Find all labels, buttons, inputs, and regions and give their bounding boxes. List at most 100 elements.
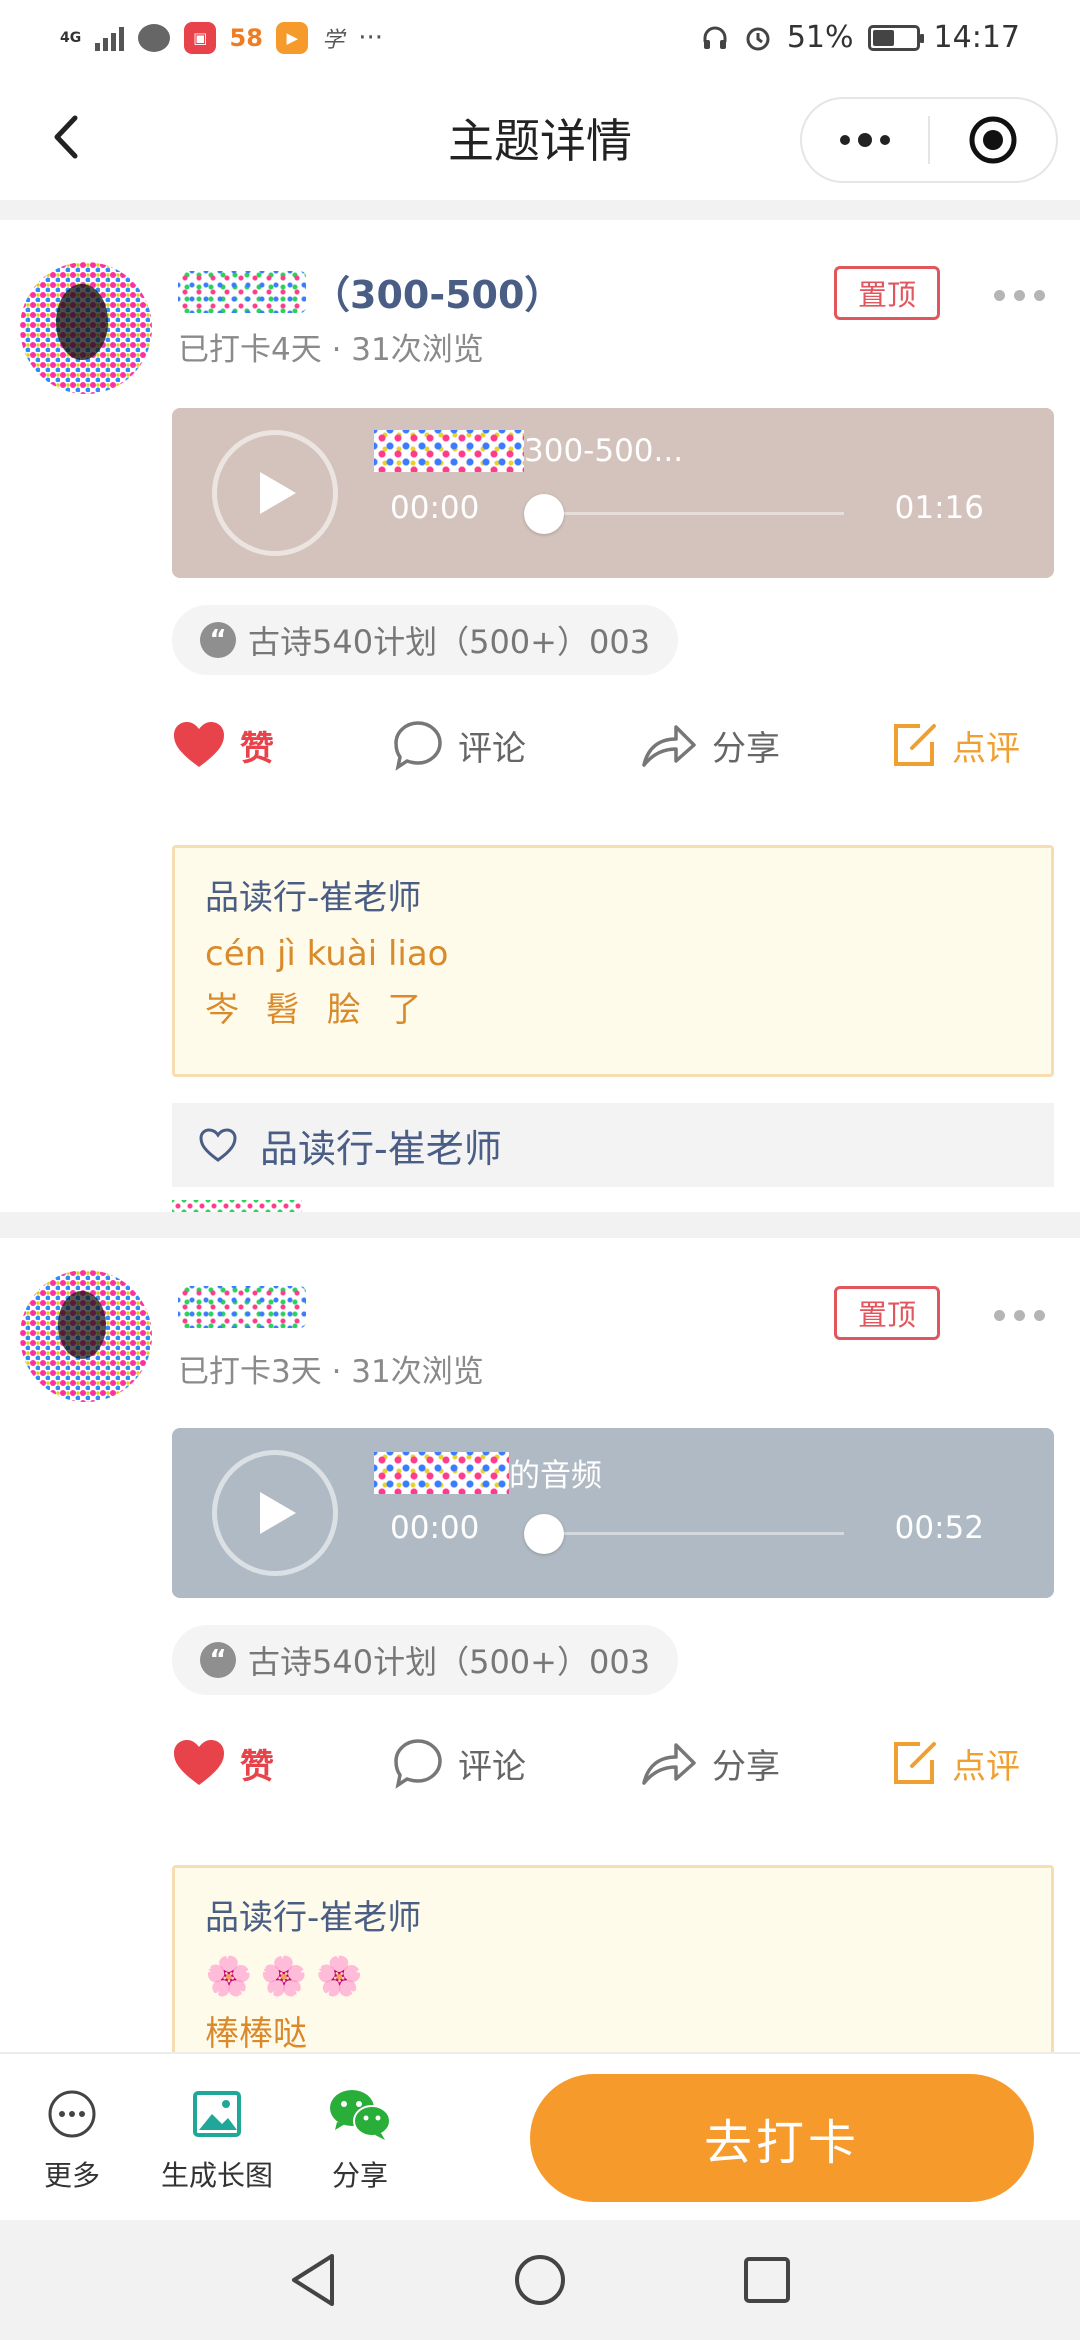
long-image-label: 生成长图 xyxy=(160,2159,273,2192)
post-card: 已打卡3天 · 31次浏览 置顶 的音频 00:00 00:52 “ 古诗540… xyxy=(0,1238,1080,2052)
network-type: 4G xyxy=(60,29,82,46)
review-pinyin: cén jì kuài liao xyxy=(205,934,449,974)
audio-progress-knob[interactable] xyxy=(524,494,564,534)
system-home-button[interactable] xyxy=(500,2240,580,2320)
redacted-name xyxy=(178,270,306,313)
more-icon xyxy=(840,133,890,147)
alarm-icon xyxy=(746,27,770,50)
comment-label: 评论 xyxy=(458,728,526,769)
edit-icon xyxy=(894,724,936,766)
comment-icon xyxy=(394,721,442,771)
avatar[interactable] xyxy=(20,1270,152,1402)
like-label: 赞 xyxy=(240,1746,274,1787)
comment-button[interactable]: 评论 xyxy=(392,1728,526,1798)
review-button[interactable]: 点评 xyxy=(892,710,1020,780)
headphone-icon xyxy=(703,26,727,49)
quote-icon: “ xyxy=(200,1642,236,1678)
post-more-button[interactable] xyxy=(994,1310,1045,1321)
author-name[interactable]: （300-500） xyxy=(178,264,562,319)
circle-home-icon xyxy=(514,2255,565,2305)
share-label: 分享 xyxy=(712,1746,780,1787)
audio-title-text: 的音频 xyxy=(509,1458,602,1494)
audio-current-time: 00:00 xyxy=(390,490,480,526)
comment-button[interactable]: 评论 xyxy=(392,710,526,780)
post-card: （300-500） 已打卡4天 · 31次浏览 置顶 300-500... 00… xyxy=(0,220,1080,1230)
capsule-close-button[interactable] xyxy=(930,99,1056,181)
shop-app-icon: ▣ xyxy=(184,21,217,54)
review-flowers: 🌸🌸🌸 xyxy=(205,1954,371,1998)
system-recents-button[interactable] xyxy=(727,2240,807,2320)
review-label: 点评 xyxy=(952,728,1020,769)
clock: 14:17 xyxy=(933,20,1020,55)
author-name[interactable] xyxy=(178,1286,312,1328)
edit-icon xyxy=(894,1742,936,1784)
audio-player: 的音频 00:00 00:52 xyxy=(172,1428,1054,1598)
liked-by-name[interactable]: 品读行-崔老师 xyxy=(260,1118,502,1173)
avatar[interactable] xyxy=(20,262,152,394)
play-icon xyxy=(260,472,296,514)
play-button[interactable] xyxy=(212,1450,338,1576)
author-name-suffix: （300-500） xyxy=(312,273,563,317)
battery-icon xyxy=(867,24,924,51)
section-divider xyxy=(0,200,1080,220)
topic-tag[interactable]: “ 古诗540计划（500+）003 xyxy=(172,605,679,675)
quote-icon: “ xyxy=(200,622,236,658)
wechat-share-button[interactable]: 分享 xyxy=(310,2054,410,2222)
heart-outline-icon xyxy=(199,1128,237,1162)
wechat-share-label: 分享 xyxy=(331,2159,388,2192)
play-button[interactable] xyxy=(212,430,338,556)
like-button[interactable]: 赞 xyxy=(172,710,274,780)
like-label: 赞 xyxy=(240,728,274,769)
topic-tag[interactable]: “ 古诗540计划（500+）003 xyxy=(172,1625,679,1695)
chevron-left-icon xyxy=(54,115,78,159)
topic-tag-label: 古诗540计划（500+）003 xyxy=(248,623,651,661)
like-button[interactable]: 赞 xyxy=(172,1728,274,1798)
play-icon xyxy=(260,1492,296,1534)
audio-title: 300-500... xyxy=(374,430,683,472)
back-button[interactable] xyxy=(40,111,92,163)
audio-current-time: 00:00 xyxy=(390,1510,480,1546)
status-right: 51% 14:17 xyxy=(701,20,1020,55)
signal-icon xyxy=(95,25,125,51)
reviewer-name[interactable]: 品读行-崔老师 xyxy=(205,870,1021,926)
section-divider xyxy=(0,1212,1080,1238)
review-box: 品读行-崔老师 cén jì kuài liao 岑 髫 脍 了 xyxy=(172,845,1054,1077)
long-image-button[interactable]: 生成长图 xyxy=(152,2054,282,2222)
avatar-image xyxy=(20,262,152,394)
topic-tag-label: 古诗540计划（500+）003 xyxy=(248,1643,651,1681)
triangle-back-icon xyxy=(292,2254,335,2306)
heart-icon xyxy=(174,722,224,767)
image-icon xyxy=(192,2082,242,2146)
message-icon xyxy=(138,23,171,52)
miniapp-capsule xyxy=(800,97,1058,183)
bottom-toolbar: 更多 生成长图 分享 去打卡 xyxy=(0,2052,1080,2220)
more-tool-button[interactable]: 更多 xyxy=(22,2054,122,2222)
share-button[interactable]: 分享 xyxy=(640,1728,780,1798)
post-meta: 已打卡3天 · 31次浏览 xyxy=(178,1354,484,1390)
status-left: 4G ▣ 58 ▶ 学 ··· xyxy=(60,21,383,54)
audio-player: 300-500... 00:00 01:16 xyxy=(172,408,1054,578)
post-actions: 赞 评论 分享 点评 xyxy=(172,1728,1032,1798)
review-text: 岑 髫 脍 了 xyxy=(205,990,430,1030)
share-icon xyxy=(642,1743,696,1785)
wechat-icon xyxy=(327,2082,393,2146)
share-button[interactable]: 分享 xyxy=(640,710,780,780)
more-circle-icon xyxy=(47,2082,97,2146)
post-more-button[interactable] xyxy=(994,290,1045,301)
battery-percent: 51% xyxy=(786,20,854,55)
more-tool-label: 更多 xyxy=(43,2159,100,2192)
reviewer-name[interactable]: 品读行-崔老师 xyxy=(205,1890,1021,1946)
checkin-button[interactable]: 去打卡 xyxy=(530,2074,1034,2202)
audio-progress-track[interactable] xyxy=(524,512,844,515)
audio-progress-knob[interactable] xyxy=(524,1514,564,1554)
system-back-button[interactable] xyxy=(273,2240,353,2320)
app-58-icon: 58 xyxy=(229,23,263,52)
comment-label: 评论 xyxy=(458,1746,526,1787)
review-button[interactable]: 点评 xyxy=(892,1728,1020,1798)
capsule-menu-button[interactable] xyxy=(802,99,928,181)
status-bar: 4G ▣ 58 ▶ 学 ··· 51% 14:17 xyxy=(0,0,1080,75)
pin-badge: 置顶 xyxy=(834,266,940,320)
nav-header: 主题详情 xyxy=(0,75,1080,200)
audio-title: 的音频 xyxy=(374,1450,602,1495)
audio-progress-track[interactable] xyxy=(524,1532,844,1535)
